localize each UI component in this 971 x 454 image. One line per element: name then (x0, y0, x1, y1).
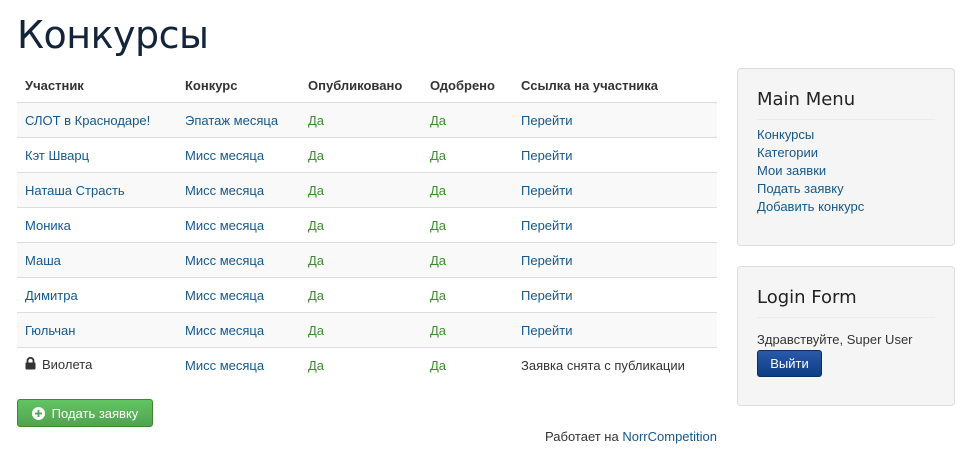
menu-item-categories[interactable]: Категории (757, 145, 818, 160)
login-form-module: Login Form Здравствуйте, Super User Выйт… (737, 266, 955, 406)
approved-status: Да (422, 277, 513, 313)
contest-link[interactable]: Мисс месяца (185, 218, 264, 233)
page-title: Конкурсы (17, 13, 209, 57)
participant-page-link[interactable]: Перейти (521, 148, 573, 163)
table-row: Моника Мисс месяца Да Да Перейти (17, 207, 717, 243)
approved-status: Да (422, 102, 513, 138)
menu-item-submit-application[interactable]: Подать заявку (757, 181, 844, 196)
approved-status: Да (422, 137, 513, 173)
published-status: Да (300, 102, 422, 138)
main-menu-list: Конкурсы Категории Мои заявки Подать зая… (757, 126, 935, 216)
published-status: Да (300, 137, 422, 173)
contest-link[interactable]: Мисс месяца (185, 148, 264, 163)
table-row: Димитра Мисс месяца Да Да Перейти (17, 277, 717, 313)
norrcompetition-link[interactable]: NorrCompetition (622, 429, 717, 444)
participant-link[interactable]: Кэт Шварц (25, 148, 89, 163)
table-row: СЛОТ в Краснодаре! Эпатаж месяца Да Да П… (17, 102, 717, 138)
column-header-published: Опубликовано (300, 68, 422, 103)
login-form-title: Login Form (757, 267, 935, 318)
approved-status: Да (430, 357, 447, 373)
contest-link[interactable]: Мисс месяца (185, 323, 264, 338)
published-status: Да (300, 172, 422, 208)
column-header-link: Ссылка на участника (513, 68, 717, 103)
participant-page-link[interactable]: Перейти (521, 113, 573, 128)
main-menu-title: Main Menu (757, 69, 935, 120)
participant-link[interactable]: Гюльчан (25, 323, 75, 338)
participant-page-link[interactable]: Перейти (521, 323, 573, 338)
column-header-approved: Одобрено (422, 68, 513, 103)
menu-item-contests[interactable]: Конкурсы (757, 127, 814, 142)
table-row: Гюльчан Мисс месяца Да Да Перейти (17, 312, 717, 348)
column-header-contest: Конкурс (177, 68, 300, 103)
menu-item-my-applications[interactable]: Мои заявки (757, 163, 826, 178)
menu-item-add-contest[interactable]: Добавить конкурс (757, 199, 864, 214)
published-status: Да (300, 207, 422, 243)
participant-page-link[interactable]: Перейти (521, 183, 573, 198)
participant-link[interactable]: Маша (25, 253, 61, 268)
contest-link[interactable]: Мисс месяца (185, 358, 264, 373)
table-row: Виолета Мисс месяца Да Да Заявка снята с… (17, 348, 717, 383)
powered-by-footer: Работает на NorrCompetition (545, 429, 717, 444)
contest-link[interactable]: Мисс месяца (185, 183, 264, 198)
user-greeting: Здравствуйте, Super User (757, 332, 913, 347)
powered-by-text: Работает на (545, 429, 619, 444)
published-status: Да (300, 242, 422, 278)
approved-status: Да (422, 207, 513, 243)
table-header-row: Участник Конкурс Опубликовано Одобрено С… (17, 68, 717, 103)
entries-table: Участник Конкурс Опубликовано Одобрено С… (17, 68, 717, 382)
contest-link[interactable]: Мисс месяца (185, 253, 264, 268)
published-status: Да (308, 357, 325, 373)
plus-circle-icon (31, 406, 45, 420)
table-row: Кэт Шварц Мисс месяца Да Да Перейти (17, 137, 717, 173)
logout-button[interactable]: Выйти (757, 350, 822, 377)
participant-link[interactable]: СЛОТ в Краснодаре! (25, 113, 150, 128)
table-row: Наташа Страсть Мисс месяца Да Да Перейти (17, 172, 717, 208)
contest-link[interactable]: Мисс месяца (185, 288, 264, 303)
approved-status: Да (422, 312, 513, 348)
participant-link[interactable]: Димитра (25, 288, 78, 303)
main-menu-module: Main Menu Конкурсы Категории Мои заявки … (737, 68, 955, 246)
table-row: Маша Мисс месяца Да Да Перейти (17, 242, 717, 278)
published-status: Да (300, 277, 422, 313)
participant-name-locked: Виолета (42, 357, 93, 372)
lock-icon (25, 356, 36, 373)
approved-status: Да (422, 172, 513, 208)
contest-link[interactable]: Эпатаж месяца (185, 113, 278, 128)
submit-application-button[interactable]: Подать заявку (17, 399, 153, 427)
participant-link[interactable]: Наташа Страсть (25, 183, 125, 198)
participant-page-link[interactable]: Перейти (521, 288, 573, 303)
participant-page-link[interactable]: Перейти (521, 218, 573, 233)
column-header-participant: Участник (17, 68, 177, 103)
submit-application-label: Подать заявку (51, 405, 139, 421)
unpublished-notice: Заявка снята с публикации (521, 357, 685, 373)
participant-link[interactable]: Моника (25, 218, 71, 233)
approved-status: Да (422, 242, 513, 278)
participant-page-link[interactable]: Перейти (521, 253, 573, 268)
published-status: Да (300, 312, 422, 348)
